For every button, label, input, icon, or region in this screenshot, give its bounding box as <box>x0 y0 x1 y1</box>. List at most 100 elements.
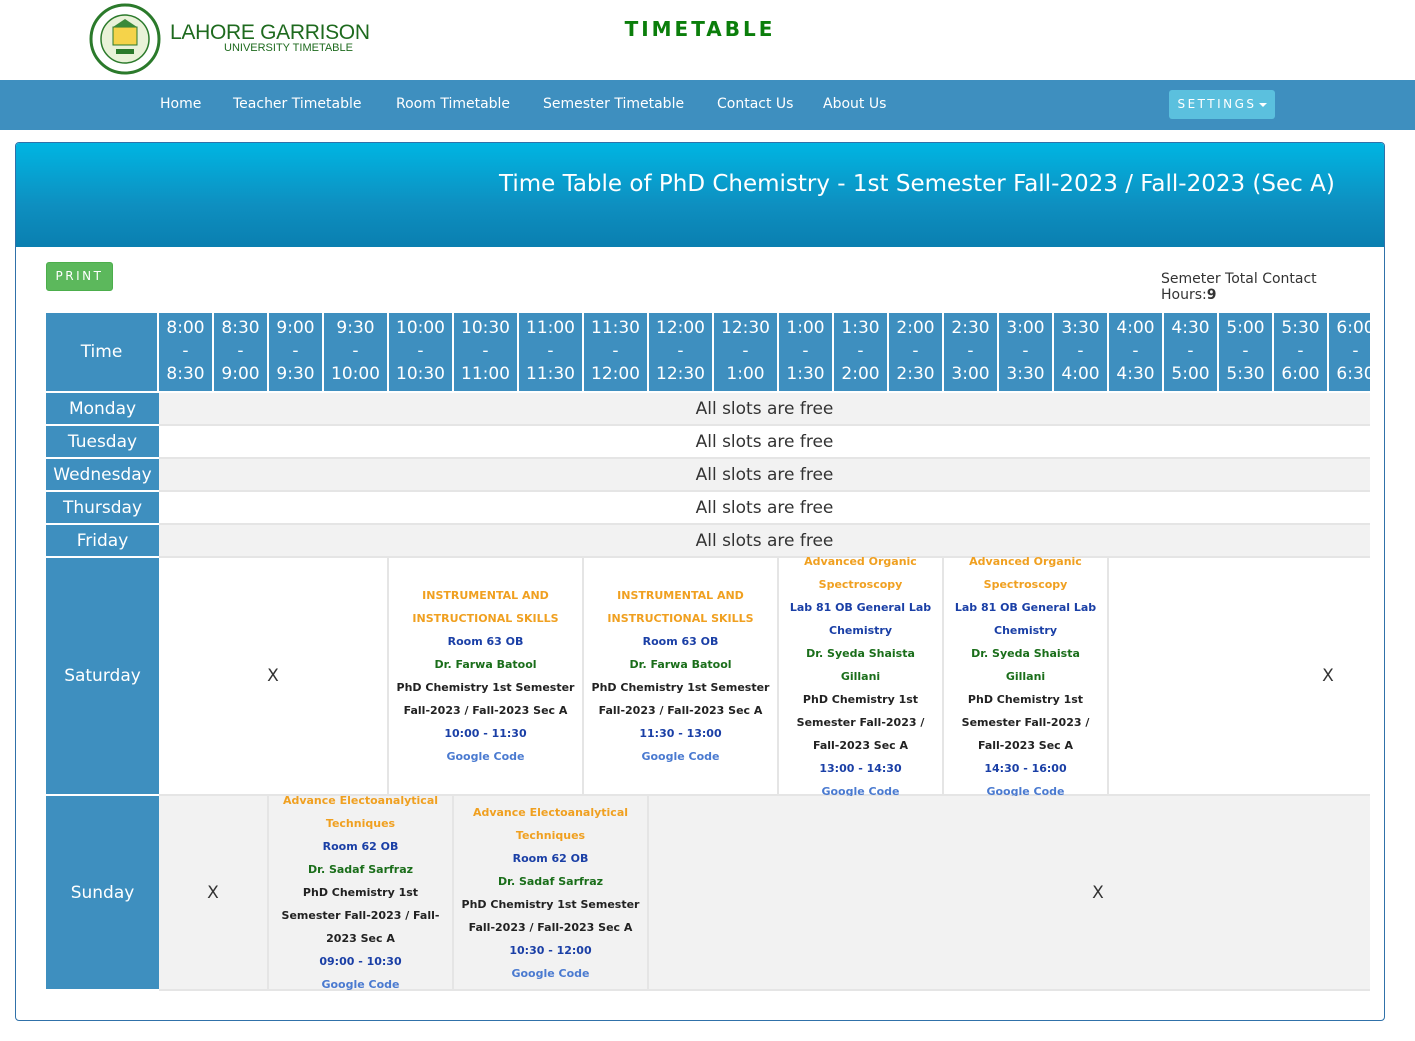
google-code-link[interactable]: Google Code <box>446 745 524 768</box>
class-slot[interactable]: INSTRUMENTAL AND INSTRUCTIONAL SKILLS Roo… <box>584 558 779 796</box>
slot-end: 6:00 <box>1281 364 1320 384</box>
contact-hours: Semeter Total Contact Hours:9 <box>1161 271 1361 303</box>
slot-start: 8:30 <box>221 318 260 338</box>
free-slots-text: All slots are free <box>695 530 834 551</box>
print-button[interactable]: PRINT <box>46 262 113 291</box>
teacher-name: Dr. Sadaf Sarfraz <box>497 874 604 888</box>
day-label-thursday: Thursday <box>46 492 159 525</box>
slot-start: 2:30 <box>951 318 990 338</box>
slot-start: 4:30 <box>1171 318 1210 338</box>
slot-end: 9:30 <box>276 364 315 384</box>
time-slot-header: 4:30 - 5:00 <box>1164 313 1219 393</box>
nav-contact-us[interactable]: Contact Us <box>717 96 793 112</box>
slot-dash: - <box>1242 341 1249 361</box>
panel-heading: Time Table of PhD Chemistry - 1st Semest… <box>16 143 1384 247</box>
slot-end: 3:30 <box>1006 364 1045 384</box>
room-name: Room 62 OB <box>322 840 399 853</box>
class-time: 09:00 - 10:30 <box>319 955 402 968</box>
course-name: Advanced Organic Spectroscopy <box>969 554 1082 591</box>
time-slot-header: 1:30 - 2:00 <box>834 313 889 393</box>
slot-end: 4:00 <box>1061 364 1100 384</box>
slot-dash: - <box>182 341 189 361</box>
slot-end: 11:00 <box>461 364 510 384</box>
slot-dash: - <box>742 341 749 361</box>
class-name: PhD Chemistry 1st Semester Fall-2023 / F… <box>961 692 1090 752</box>
teacher-name: Dr. Syeda Shaista Gillani <box>806 646 915 683</box>
class-time: 10:00 - 11:30 <box>444 727 527 740</box>
nav-about-us[interactable]: About Us <box>823 96 886 112</box>
class-name: PhD Chemistry 1st Semester Fall-2023 / F… <box>461 897 640 934</box>
slot-end: 5:30 <box>1226 364 1265 384</box>
room-name: Lab 81 OB General Lab Chemistry <box>954 600 1097 637</box>
contact-hours-label: Semeter Total Contact Hours: <box>1161 271 1317 303</box>
class-time: 10:30 - 12:00 <box>509 943 592 957</box>
free-slots-text: All slots are free <box>695 431 834 452</box>
slot-dash: - <box>1187 341 1194 361</box>
course-name: INSTRUMENTAL AND INSTRUCTIONAL SKILLS <box>607 589 754 625</box>
room-name: Room 62 OB <box>512 851 589 865</box>
slot-dash: - <box>1297 341 1304 361</box>
class-slot[interactable]: Advance Electoanalytical Techniques Room … <box>269 794 454 991</box>
time-slot-header: 2:30 - 3:00 <box>944 313 999 393</box>
slot-start: 12:30 <box>721 318 770 338</box>
slot-end: 12:00 <box>591 364 640 384</box>
slot-start: 2:00 <box>896 318 935 338</box>
class-time: 11:30 - 13:00 <box>639 727 722 740</box>
time-slot-header: 1:00 - 1:30 <box>779 313 834 393</box>
slot-end: 4:30 <box>1116 364 1155 384</box>
day-name: Friday <box>76 530 129 551</box>
slot-start: 9:30 <box>336 318 375 338</box>
time-slot-header: 10:30 - 11:00 <box>454 313 519 393</box>
slot-start: 3:00 <box>1006 318 1045 338</box>
slot-dash: - <box>292 341 299 361</box>
empty-mark: X <box>267 666 279 686</box>
slot-start: 9:00 <box>276 318 315 338</box>
slot-end: 8:30 <box>166 364 205 384</box>
time-slot-header: 2:00 - 2:30 <box>889 313 944 393</box>
room-name: Room 63 OB <box>642 635 719 648</box>
course-name: INSTRUMENTAL AND INSTRUCTIONAL SKILLS <box>412 589 559 625</box>
course-name: Advance Electoanalytical Techniques <box>282 794 439 830</box>
google-code-link[interactable]: Google Code <box>641 745 719 768</box>
time-slot-header: 12:30 - 1:00 <box>714 313 779 393</box>
slot-end: 1:30 <box>786 364 825 384</box>
logo-name-line2: UNIVERSITY TIMETABLE <box>224 42 353 54</box>
time-slot-header: 4:00 - 4:30 <box>1109 313 1164 393</box>
slot-end: 2:00 <box>841 364 880 384</box>
class-slot[interactable]: Advanced Organic Spectroscopy Lab 81 OB G… <box>944 555 1109 798</box>
class-name: PhD Chemistry 1st Semester Fall-2023 / F… <box>396 681 575 717</box>
nav-teacher-timetable[interactable]: Teacher Timetable <box>233 96 361 112</box>
slot-dash: - <box>967 341 974 361</box>
class-slot[interactable]: Advance Electoanalytical Techniques Room … <box>454 796 649 991</box>
class-slot[interactable]: Advanced Organic Spectroscopy Lab 81 OB G… <box>779 555 944 798</box>
slot-start: 1:00 <box>786 318 825 338</box>
course-name: Advance Electoanalytical Techniques <box>472 805 629 842</box>
time-slot-header: 9:30 - 10:00 <box>324 313 389 393</box>
nav-home[interactable]: Home <box>160 96 201 112</box>
slot-end: 2:30 <box>896 364 935 384</box>
page-title: TIMETABLE <box>624 17 776 41</box>
settings-label: SETTINGS <box>1177 97 1257 111</box>
settings-dropdown-button[interactable]: SETTINGS <box>1169 90 1275 119</box>
slot-dash: - <box>857 341 864 361</box>
nav-room-timetable[interactable]: Room Timetable <box>396 96 510 112</box>
time-slot-header: 3:00 - 3:30 <box>999 313 1054 393</box>
free-slots-row: All slots are free <box>159 426 1370 459</box>
day-name: Saturday <box>64 666 141 686</box>
day-name: Monday <box>68 398 137 419</box>
nav-semester-timetable[interactable]: Semester Timetable <box>543 96 684 112</box>
class-slot[interactable]: INSTRUMENTAL AND INSTRUCTIONAL SKILLS Roo… <box>389 558 584 796</box>
time-slot-header: 5:00 - 5:30 <box>1219 313 1274 393</box>
free-slots-row: All slots are free <box>159 393 1370 426</box>
teacher-name: Dr. Farwa Batool <box>434 658 537 671</box>
google-code-link[interactable]: Google Code <box>511 962 589 985</box>
slot-start: 5:30 <box>1281 318 1320 338</box>
slot-dash: - <box>1022 341 1029 361</box>
slot-start: 11:00 <box>526 318 575 338</box>
free-slots-text: All slots are free <box>695 464 834 485</box>
class-name: PhD Chemistry 1st Semester Fall-2023 / F… <box>796 692 925 752</box>
teacher-name: Dr. Farwa Batool <box>629 658 732 671</box>
course-name: Advanced Organic Spectroscopy <box>804 554 917 591</box>
room-name: Lab 81 OB General Lab Chemistry <box>789 600 932 637</box>
google-code-link[interactable]: Google Code <box>321 973 399 991</box>
